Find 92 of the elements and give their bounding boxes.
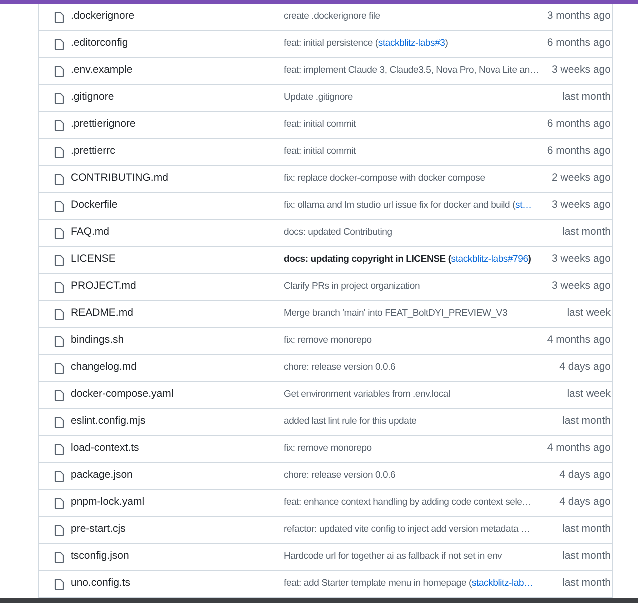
commit-time: last month [562, 576, 612, 592]
commit-message[interactable]: fix: ollama and lm studio url issue fix for docker and build (st… [284, 198, 546, 214]
commit-time: last month [562, 90, 612, 106]
file-name-link[interactable]: docker-compose.yaml [71, 387, 174, 403]
file-icon [54, 362, 65, 374]
file-name-link[interactable]: .gitignore [71, 90, 114, 106]
file-icon [54, 280, 65, 294]
file-icon [54, 172, 65, 186]
file-icon [54, 146, 65, 158]
commit-message[interactable]: Merge branch 'main' into FEAT_BoltDYI_PREVIEW_V3 [284, 306, 546, 322]
commit-message[interactable]: added last lint rule for this update [284, 414, 546, 430]
commit-message[interactable]: Hardcode url for together ai as fallback if not set in env [284, 550, 546, 564]
commit-message[interactable]: chore: release version 0.0.6 [284, 360, 546, 376]
file-icon [54, 550, 65, 564]
file-name-link[interactable]: tsconfig.json [71, 549, 130, 565]
commit-time: 6 months ago [546, 117, 612, 132]
file-icon [54, 388, 65, 402]
file-icon [54, 524, 65, 536]
commit-time: 6 months ago [546, 36, 612, 52]
issue-link[interactable]: st… [516, 200, 532, 211]
commit-time: 3 weeks ago [551, 252, 612, 268]
file-icon [54, 578, 65, 590]
file-name-link[interactable]: package.json [71, 468, 133, 484]
file-name-link[interactable]: CONTRIBUTING.md [71, 171, 168, 187]
issue-link[interactable]: stackblitz-lab… [472, 578, 534, 589]
file-icon [54, 200, 65, 212]
file-icon [54, 308, 65, 320]
commit-message[interactable]: feat: initial commit [284, 118, 546, 132]
commit-time: 3 weeks ago [551, 279, 612, 294]
commit-message[interactable]: feat: initial commit [284, 144, 546, 160]
commit-message[interactable]: feat: add Starter template menu in homepage (stackblitz-lab… [284, 576, 546, 592]
file-name-link[interactable]: load-context.ts [71, 441, 140, 457]
commit-message[interactable]: docs: updated Contributing [284, 226, 546, 240]
file-icon [54, 470, 65, 482]
commit-time: 4 days ago [558, 360, 612, 376]
commit-message[interactable]: fix: replace docker-compose with docker compose [284, 172, 546, 186]
commit-message[interactable]: Get environment variables from .env.local [284, 388, 546, 402]
issue-link[interactable]: stackblitz-labs#796 [451, 254, 528, 265]
file-icon [54, 334, 65, 348]
commit-time: last month [562, 414, 612, 430]
file-icon [54, 496, 65, 510]
file-name-link[interactable]: pnpm-lock.yaml [71, 495, 145, 511]
file-name-link[interactable]: .prettierignore [71, 117, 136, 133]
commit-message[interactable]: create .dockerignore file [284, 10, 546, 24]
commit-message[interactable]: docs: updating copyright in LICENSE (stackblitz-labs#796) [284, 252, 546, 268]
file-name-link[interactable]: .editorconfig [71, 36, 128, 52]
commit-time: 4 days ago [558, 495, 612, 510]
file-name-link[interactable]: FAQ.md [71, 225, 110, 241]
commit-time: 3 months ago [546, 9, 612, 24]
commit-time: last month [562, 225, 612, 240]
file-name-link[interactable]: README.md [71, 306, 134, 322]
commit-message[interactable]: chore: release version 0.0.6 [284, 468, 546, 484]
commit-message[interactable]: feat: implement Claude 3, Claude3.5, Nova Pro, Nova Lite an… [284, 64, 546, 78]
file-name-link[interactable]: .env.example [71, 63, 133, 79]
file-name-link[interactable]: bindings.sh [71, 333, 124, 349]
commit-time: 6 months ago [546, 144, 612, 160]
file-name-link[interactable]: .prettierrc [71, 144, 116, 160]
file-icon [54, 10, 65, 24]
commit-time: 3 weeks ago [551, 63, 612, 78]
file-name-link[interactable]: pre-start.cjs [71, 522, 126, 538]
commit-time: 3 weeks ago [551, 198, 612, 214]
commit-time: 4 days ago [558, 468, 612, 484]
commit-message[interactable]: refactor: updated vite config to inject add version metadata … [284, 522, 546, 538]
commit-time: last month [562, 549, 612, 564]
file-icon [54, 92, 65, 104]
file-name-link[interactable]: LICENSE [71, 252, 116, 268]
file-name-link[interactable]: uno.config.ts [71, 576, 131, 592]
file-icon [54, 254, 65, 266]
file-name-link[interactable]: eslint.config.mjs [71, 414, 146, 430]
issue-link[interactable]: stackblitz-labs#3 [378, 38, 446, 49]
commit-message[interactable]: Clarify PRs in project organization [284, 280, 546, 294]
commit-message[interactable]: feat: initial persistence (stackblitz-labs#3) [284, 36, 546, 52]
file-icon [54, 38, 65, 50]
commit-time: last month [562, 522, 612, 538]
commit-message[interactable]: fix: remove monorepo [284, 442, 546, 456]
commit-time: 4 months ago [546, 441, 612, 456]
commit-message[interactable]: Update .gitignore [284, 90, 546, 106]
commit-time: last week [566, 306, 612, 322]
file-name-link[interactable]: changelog.md [71, 360, 137, 376]
file-icon [54, 64, 65, 78]
file-name-link[interactable]: Dockerfile [71, 198, 118, 214]
commit-time: 2 weeks ago [551, 171, 612, 186]
file-name-link[interactable]: .dockerignore [71, 9, 135, 25]
file-icon [54, 416, 65, 428]
commit-message[interactable]: feat: enhance context handling by adding code context sele… [284, 496, 546, 510]
commit-time: 4 months ago [546, 333, 612, 348]
file-icon [54, 442, 65, 456]
file-name-link[interactable]: PROJECT.md [71, 279, 136, 295]
commit-message[interactable]: fix: remove monorepo [284, 334, 546, 348]
file-icon [54, 226, 65, 240]
commit-time: last week [566, 387, 612, 402]
file-icon [54, 118, 65, 132]
